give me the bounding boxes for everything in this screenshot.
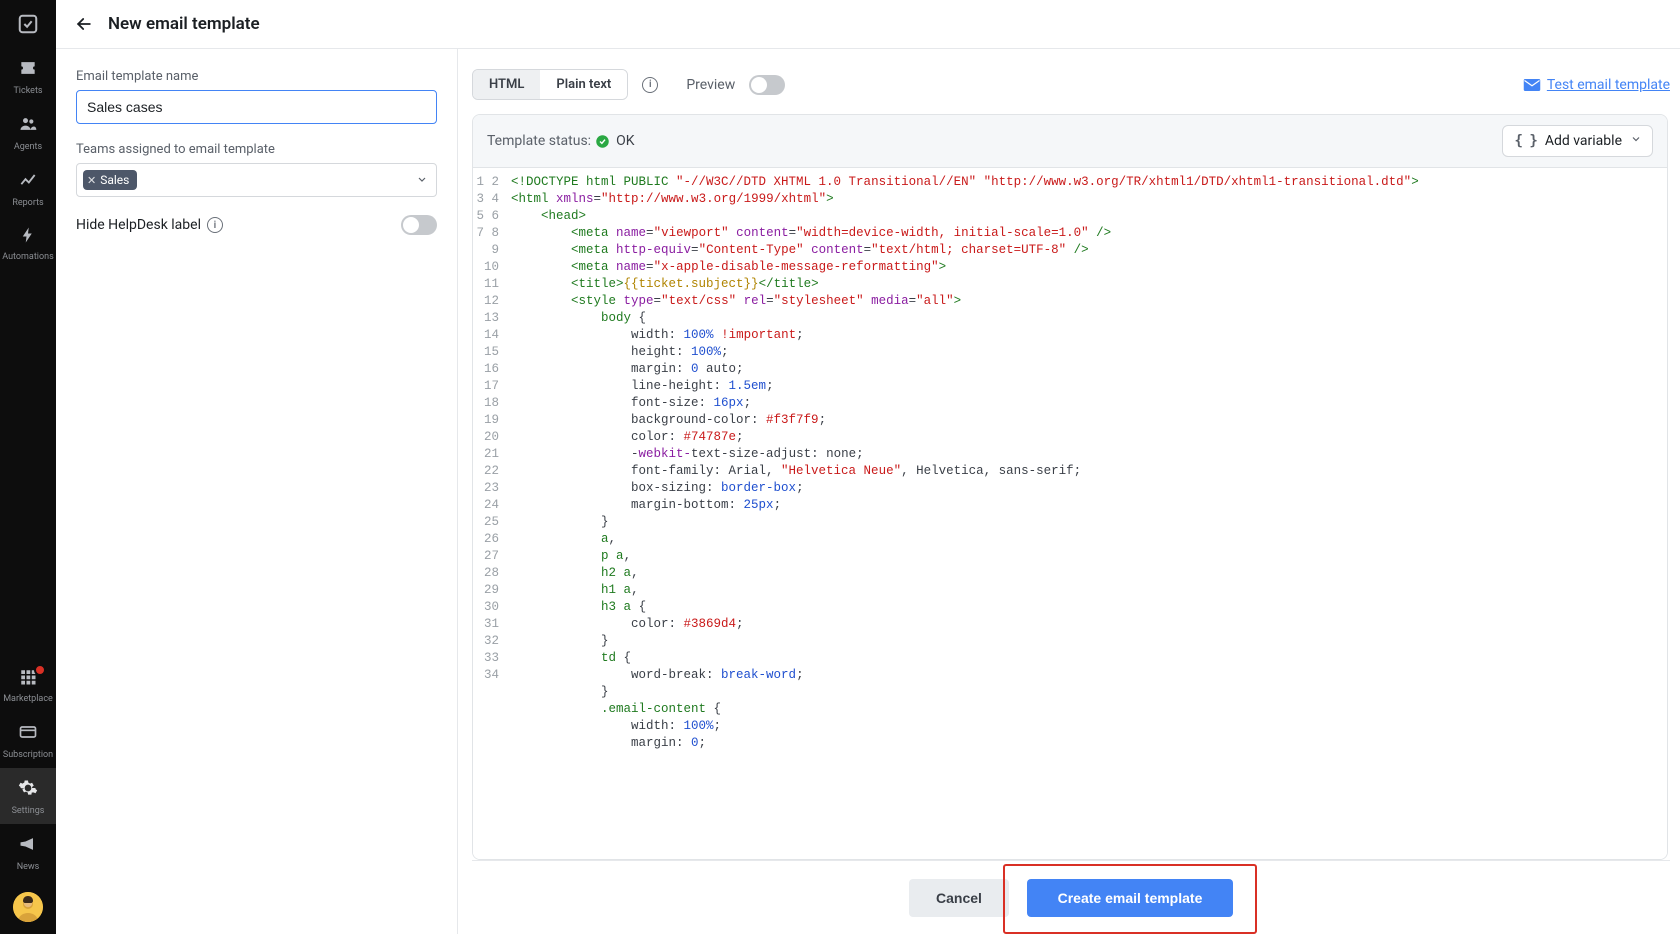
status-value: OK (616, 133, 634, 149)
sidebar-label: News (17, 862, 40, 872)
sidebar-item-agents[interactable]: Agents (0, 104, 56, 160)
format-toggle: HTML Plain text (472, 69, 628, 100)
sidebar-item-news[interactable]: News (0, 824, 56, 880)
footer-actions: Cancel Create email template (472, 860, 1670, 934)
template-name-input[interactable] (76, 90, 437, 124)
braces-icon: { } (1515, 133, 1537, 149)
hide-label: Hide HelpDesk label (76, 217, 201, 233)
test-email-link[interactable]: Test email template (1523, 77, 1670, 93)
gear-icon (18, 778, 38, 802)
status-bar: Template status: OK { } Add variable (473, 115, 1667, 168)
main-area: New email template Email template name T… (56, 0, 1680, 934)
notification-badge (34, 664, 46, 676)
sidebar-label: Tickets (13, 86, 42, 96)
sidebar-item-marketplace[interactable]: Marketplace (0, 658, 56, 712)
tab-plain-text[interactable]: Plain text (540, 70, 627, 99)
megaphone-icon (18, 834, 38, 858)
editor-panel: HTML Plain text i Preview Test email tem… (458, 49, 1680, 934)
preview-label: Preview (686, 77, 735, 93)
check-circle-icon (595, 134, 610, 149)
sidebar-label: Agents (14, 142, 42, 152)
ticket-icon (18, 58, 38, 82)
code-content[interactable]: <!DOCTYPE html PUBLIC "-//W3C//DTD XHTML… (505, 168, 1667, 859)
template-name-label: Email template name (76, 69, 437, 84)
sidebar-label: Marketplace (3, 694, 53, 704)
card-icon (18, 722, 38, 746)
user-avatar[interactable] (13, 892, 43, 922)
content: Email template name Teams assigned to em… (56, 48, 1680, 934)
code-editor[interactable]: 1 2 3 4 5 6 7 8 9 10 11 12 13 14 15 16 1… (473, 168, 1667, 859)
page-title: New email template (108, 14, 260, 34)
remove-chip-icon[interactable]: ✕ (87, 174, 96, 187)
sidebar-label: Automations (2, 252, 53, 262)
team-chip: ✕ Sales (83, 170, 137, 190)
chevron-down-icon (1630, 133, 1642, 149)
info-icon[interactable]: i (642, 77, 658, 93)
teams-select[interactable]: ✕ Sales (76, 163, 437, 197)
create-template-button[interactable]: Create email template (1027, 879, 1233, 917)
sidebar-item-tickets[interactable]: Tickets (0, 48, 56, 104)
sidebar-item-settings[interactable]: Settings (0, 768, 56, 824)
sidebar-label: Settings (12, 806, 45, 816)
add-variable-label: Add variable (1545, 133, 1622, 149)
info-icon[interactable]: i (207, 217, 223, 233)
team-chip-label: Sales (100, 173, 129, 187)
cancel-button[interactable]: Cancel (909, 879, 1009, 917)
form-panel: Email template name Teams assigned to em… (56, 49, 458, 934)
tab-html[interactable]: HTML (473, 70, 540, 99)
sidebar-item-reports[interactable]: Reports (0, 160, 56, 216)
line-gutter: 1 2 3 4 5 6 7 8 9 10 11 12 13 14 15 16 1… (473, 168, 505, 859)
sidebar-label: Reports (12, 198, 43, 208)
sidebar-item-subscription[interactable]: Subscription (0, 712, 56, 768)
app-logo[interactable] (0, 0, 56, 48)
preview-toggle[interactable] (749, 75, 785, 95)
sidebar: Tickets Agents Reports Automations Marke… (0, 0, 56, 934)
teams-label: Teams assigned to email template (76, 142, 437, 157)
sidebar-label: Subscription (3, 750, 53, 760)
code-editor-box: Template status: OK { } Add variable (472, 114, 1668, 860)
mail-icon (1523, 78, 1541, 92)
bolt-icon (19, 226, 37, 248)
arrow-left-icon (74, 14, 94, 34)
reports-icon (18, 170, 38, 194)
editor-toolbar: HTML Plain text i Preview Test email tem… (472, 65, 1670, 114)
status-label: Template status: (487, 133, 591, 149)
page-header: New email template (56, 0, 1680, 48)
add-variable-button[interactable]: { } Add variable (1502, 125, 1653, 157)
sidebar-item-automations[interactable]: Automations (0, 216, 56, 270)
hide-label-toggle[interactable] (401, 215, 437, 235)
test-email-label: Test email template (1547, 77, 1670, 93)
agents-icon (18, 114, 38, 138)
back-button[interactable] (68, 8, 100, 40)
chevron-down-icon (416, 171, 428, 190)
